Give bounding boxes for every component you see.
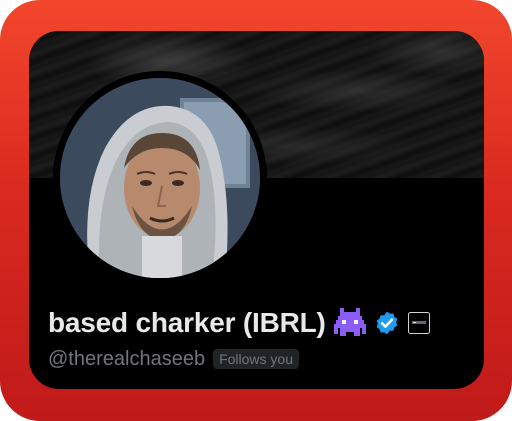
alien-monster-icon	[333, 308, 366, 338]
affiliate-badge-icon[interactable]	[407, 312, 430, 334]
handle-row: @therealchaseeb Follows you	[48, 347, 299, 371]
profile-card: based charker (IBRL) @therealchaseeb Fol…	[29, 31, 484, 389]
username-handle[interactable]: @therealchaseeb	[48, 348, 205, 371]
avatar-image	[60, 78, 260, 278]
follows-you-badge: Follows you	[213, 349, 299, 369]
verified-badge-icon[interactable]	[374, 310, 400, 336]
avatar[interactable]	[60, 78, 260, 278]
name-row: based charker (IBRL)	[48, 304, 430, 342]
display-name: based charker (IBRL)	[48, 307, 326, 338]
